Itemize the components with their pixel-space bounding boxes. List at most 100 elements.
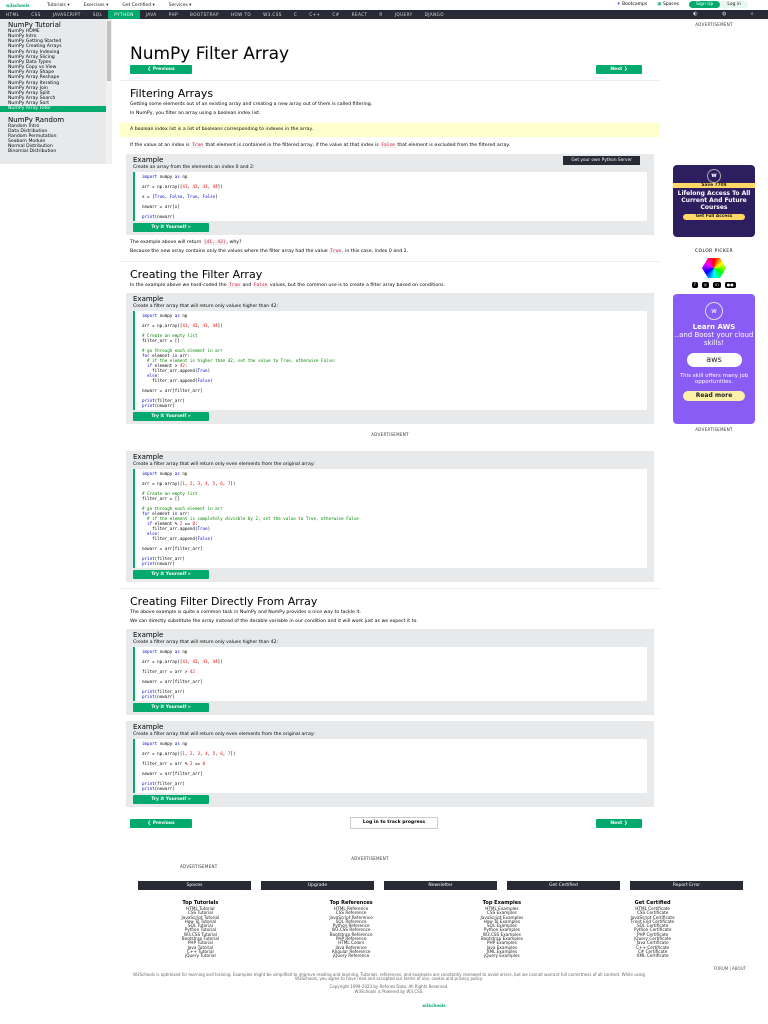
example-box: Example Create a filter array that will … [126, 721, 654, 807]
nav-item-javascript[interactable]: JAVASCRIPT [47, 10, 87, 19]
nav-item-html[interactable]: HTML [0, 10, 25, 19]
globe-icon[interactable]: ◍ [716, 10, 733, 19]
nav-item-c[interactable]: C [288, 10, 303, 19]
nav-item-sql[interactable]: SQL [87, 10, 109, 19]
footer-link[interactable]: jQuery Reference [276, 953, 427, 958]
previous-button[interactable]: ❮ Previous [130, 65, 192, 74]
inline-code: [41, 43] [202, 240, 227, 245]
nav-item-react[interactable]: REACT [346, 10, 374, 19]
theme-icon[interactable]: ◐ [687, 10, 704, 19]
nav-item-python[interactable]: PYTHON [108, 10, 140, 19]
text: , why? [226, 240, 242, 245]
get-full-access-button[interactable]: Get Full Access [683, 214, 745, 220]
try-it-yourself-button[interactable]: Try it Yourself » [133, 412, 209, 421]
courses-ad[interactable]: w Save 770$ Lifelong Access To All Curre… [673, 165, 755, 237]
bootcamps-link[interactable]: ♦ Bootcamps [617, 2, 648, 7]
try-it-yourself-button[interactable]: Try it Yourself » [133, 703, 209, 712]
footer-logo[interactable]: w3schools [100, 1000, 768, 1010]
track-progress-button[interactable]: Log in to track progress [349, 817, 439, 829]
sidebar: NumPy Tutorial NumPy HOME NumPy Intro NumP… [0, 19, 112, 164]
menu-services[interactable]: Services ▾ [169, 3, 192, 8]
code-block: import numpy as np arr = np.array([41, 4… [133, 647, 647, 701]
scrollbar-thumb[interactable] [107, 21, 111, 81]
note-text: A boolean index list is a list of boolea… [130, 127, 313, 132]
example-heading: Example [133, 723, 164, 731]
heading-creating-filter-array: Creating the Filter Array [130, 268, 263, 281]
nav-item-c-[interactable]: C++ [303, 10, 326, 19]
heading-filter-directly: Creating Filter Directly From Array [130, 595, 318, 608]
log-in-button[interactable]: Log in [720, 1, 748, 8]
sign-up-button[interactable]: Sign Up [689, 1, 721, 8]
note-box: A boolean index list is a list of boolea… [120, 123, 660, 137]
discord-icon[interactable]: ●● [724, 282, 736, 288]
footer-column: Top Examples HTML Examples CSS Examples Jav… [427, 900, 578, 959]
divider [120, 80, 660, 81]
ad-title: Learn AWS [692, 323, 736, 331]
advertisement-label: ADVERTISEMENT [371, 432, 409, 437]
nav-item-django[interactable]: DJANGO [419, 10, 450, 19]
try-it-yourself-button[interactable]: Try it Yourself » [133, 570, 209, 579]
paragraph: We can directly substitute the array ins… [130, 619, 418, 624]
footer-button-upgrade[interactable]: Upgrade [261, 881, 374, 890]
linkedin-icon[interactable]: in [713, 282, 721, 288]
nav-item-jquery[interactable]: JQUERY [389, 10, 419, 19]
main-content: NumPy Filter Array ❮ Previous Next ❯ Fil… [120, 19, 660, 829]
previous-button-bottom[interactable]: ❮ Previous [130, 818, 192, 828]
ad-subtitle: ..and Boost your cloud skills! [674, 331, 754, 347]
footer-link[interactable]: jQuery Tutorial [125, 953, 276, 958]
menu-get-certified[interactable]: Get Certified ▾ [122, 3, 154, 8]
nav-item-bootstrap[interactable]: BOOTSTRAP [184, 10, 225, 19]
sidebar-scrollbar[interactable] [106, 19, 112, 164]
get-python-server-button[interactable]: Get your own Python Server [563, 156, 640, 165]
paragraph: The example above will return [41, 43], … [130, 240, 650, 246]
paragraph: Getting some elements out of an existing… [130, 102, 373, 107]
aws-ad[interactable]: w Learn AWS ..and Boost your cloud skill… [673, 294, 755, 424]
footer-button-report-error[interactable]: Report Error [630, 881, 743, 890]
next-button[interactable]: Next ❯ [596, 65, 642, 74]
nav-item-java[interactable]: JAVA [140, 10, 163, 19]
color-picker-icon[interactable] [702, 258, 726, 278]
footer-link[interactable]: jQuery Examples [427, 953, 578, 958]
example-box: Get your own Python Server Example Creat… [126, 154, 654, 235]
inline-code: False [380, 143, 396, 148]
spaces-label: Spaces [662, 2, 680, 7]
example-heading: Example [133, 295, 164, 303]
sidebar-item[interactable]: Binomial Distribution [0, 149, 112, 154]
advertisement-label: ADVERTISEMENT [180, 864, 218, 869]
text: that element is excluded from the filter… [397, 143, 510, 148]
code-block: import numpy as np arr = np.array([1, 2,… [133, 739, 647, 793]
paragraph: If the value at an index is True that el… [130, 143, 650, 149]
nav-item-css[interactable]: CSS [25, 10, 46, 19]
menu-tutorials[interactable]: Tutorials ▾ [47, 3, 70, 8]
search-icon[interactable]: ⌕ [745, 10, 760, 19]
example-description: Create a filter array that will return o… [133, 304, 279, 309]
example-description: Create a filter array that will return o… [133, 462, 315, 467]
w3schools-logo[interactable]: w3schools [6, 1, 29, 10]
ad-body: This skill offers many job opportunities… [679, 373, 749, 385]
nav-item-r[interactable]: R [373, 10, 388, 19]
example-heading: Example [133, 453, 164, 461]
footer-button-get-certified[interactable]: Get Certified [507, 881, 620, 890]
sidebar-heading-random: NumPy Random [8, 115, 65, 124]
forum-about-links[interactable]: FORUM | ABOUT [714, 966, 746, 971]
sidebar-item[interactable]: NumPy Array Filter [0, 106, 112, 112]
footer-link[interactable]: XML Certificate [577, 953, 728, 958]
nav-item-w3-css[interactable]: W3.CSS [257, 10, 288, 19]
spaces-link[interactable]: ▣ Spaces [657, 2, 679, 7]
facebook-icon[interactable]: f [692, 282, 698, 288]
paragraph: In the example above we hard-coded the T… [130, 283, 650, 289]
nav-item-c-[interactable]: C# [326, 10, 345, 19]
footer-button-spaces[interactable]: Spaces [138, 881, 251, 890]
try-it-yourself-button[interactable]: Try it Yourself » [133, 223, 209, 232]
read-more-button[interactable]: Read more [683, 391, 745, 401]
menu-exercises[interactable]: Exercises ▾ [84, 3, 109, 8]
text: , in this case, index 0 and 2. [342, 249, 409, 254]
nav-item-how-to[interactable]: HOW TO [225, 10, 257, 19]
try-it-yourself-button[interactable]: Try it Yourself » [133, 795, 209, 804]
instagram-icon[interactable]: ◎ [701, 282, 710, 288]
footer-button-newsletter[interactable]: Newsletter [384, 881, 497, 890]
inline-code: False [252, 283, 269, 288]
nav-item-php[interactable]: PHP [163, 10, 184, 19]
next-button-bottom[interactable]: Next ❯ [596, 818, 642, 828]
powered-by: W3Schools is Powered by W3.CSS. [354, 988, 424, 994]
